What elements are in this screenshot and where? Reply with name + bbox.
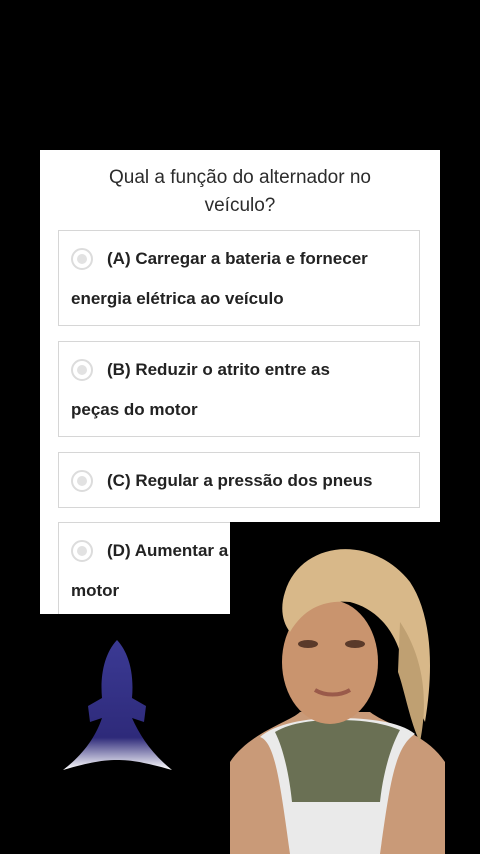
option-d-label-line2: motor (71, 581, 120, 600)
option-b-label-line2: peças do motor (71, 400, 198, 419)
radio-button-icon[interactable] (71, 470, 93, 492)
presenter-video (230, 522, 445, 854)
radio-button-icon[interactable] (71, 540, 93, 562)
answer-option-c[interactable]: (C) Regular a pressão dos pneus (58, 452, 420, 508)
radio-button-icon[interactable] (71, 248, 93, 270)
question-line-1: Qual a função do alternador no (109, 167, 371, 188)
option-b-label-line1: (B) Reduzir o atrito entre as (107, 360, 330, 379)
option-a-label-line2: energia elétrica ao veículo (71, 289, 284, 308)
option-c-label-line1: (C) Regular a pressão dos pneus (107, 471, 373, 490)
answer-option-b[interactable]: (B) Reduzir o atrito entre as peças do m… (58, 341, 420, 437)
question-line-2: veículo? (204, 195, 276, 216)
radio-button-icon[interactable] (71, 359, 93, 381)
option-a-label-line1: (A) Carregar a bateria e fornecer (107, 249, 368, 268)
rocket-icon (63, 640, 172, 770)
answer-option-a[interactable]: (A) Carregar a bateria e fornecer energi… (58, 230, 420, 326)
question-text: Qual a função do alternador no veículo? (40, 164, 440, 220)
